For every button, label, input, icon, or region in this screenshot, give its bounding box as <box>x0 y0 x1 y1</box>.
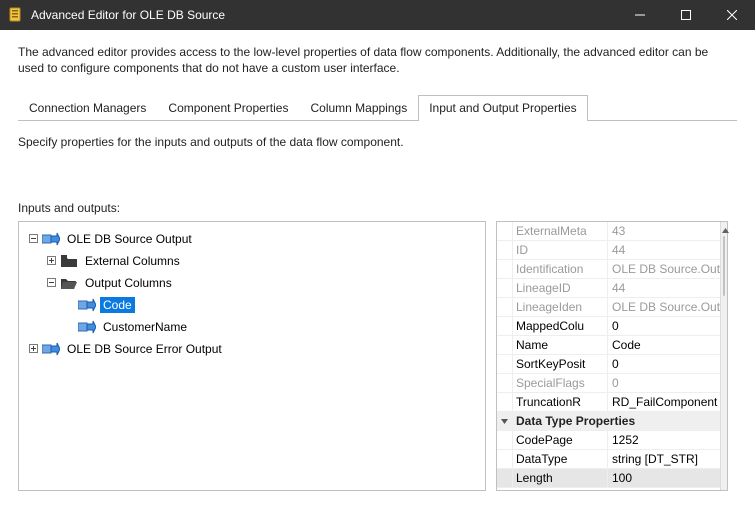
prop-row-truncation[interactable]: TruncationR RD_FailComponent <box>497 393 720 412</box>
prop-value[interactable]: RD_FailComponent <box>608 393 720 411</box>
app-icon <box>8 7 24 23</box>
tree-node-label: Code <box>100 297 135 313</box>
prop-row-identification[interactable]: Identification OLE DB Source.Out <box>497 260 720 279</box>
window-controls <box>617 0 755 30</box>
prop-key: LineageIden <box>513 298 608 316</box>
prop-value[interactable]: string [DT_STR] <box>608 450 720 468</box>
minimize-button[interactable] <box>617 0 663 30</box>
prop-row-lineageid[interactable]: LineageID 44 <box>497 279 720 298</box>
prop-value[interactable]: 44 <box>608 279 720 297</box>
scroll-thumb[interactable] <box>723 236 725 296</box>
title-bar: Advanced Editor for OLE DB Source <box>0 0 755 30</box>
property-grid[interactable]: ExternalMeta 43 ID 44 Identification OLE… <box>496 221 728 491</box>
prop-value[interactable]: 44 <box>608 241 720 259</box>
tree-label: Inputs and outputs: <box>18 201 737 215</box>
tab-component-properties[interactable]: Component Properties <box>157 95 299 121</box>
prop-value[interactable]: OLE DB Source.Out <box>608 298 720 316</box>
column-arrow-icon <box>78 319 96 335</box>
prop-key: TruncationR <box>513 393 608 411</box>
prop-key: MappedColu <box>513 317 608 335</box>
prop-value[interactable]: 1252 <box>608 431 720 449</box>
tree-node-error-output[interactable]: OLE DB Source Error Output <box>23 338 481 360</box>
tree-node-label: Output Columns <box>82 275 175 291</box>
close-button[interactable] <box>709 0 755 30</box>
prop-row-datatype[interactable]: DataType string [DT_STR] <box>497 450 720 469</box>
prop-value[interactable]: 100 <box>608 469 720 487</box>
tree-node-external-columns[interactable]: External Columns <box>23 250 481 272</box>
tab-strip: Connection Managers Component Properties… <box>18 94 737 121</box>
expand-icon[interactable] <box>27 342 41 356</box>
prop-key: ID <box>513 241 608 259</box>
prop-value[interactable]: Code <box>608 336 720 354</box>
tree-node-label: External Columns <box>82 253 183 269</box>
prop-row-externalmeta[interactable]: ExternalMeta 43 <box>497 222 720 241</box>
tree-node-label: OLE DB Source Output <box>64 231 195 247</box>
prop-key: SortKeyPosit <box>513 355 608 373</box>
maximize-button[interactable] <box>663 0 709 30</box>
editor-description: The advanced editor provides access to t… <box>0 30 755 94</box>
io-tree[interactable]: OLE DB Source Output Externa <box>18 221 486 491</box>
output-arrow-icon <box>42 341 60 357</box>
prop-row-sortkey[interactable]: SortKeyPosit 0 <box>497 355 720 374</box>
column-arrow-icon <box>78 297 96 313</box>
output-arrow-icon <box>42 231 60 247</box>
prop-key: DataType <box>513 450 608 468</box>
expand-icon[interactable] <box>45 254 59 268</box>
prop-key: Length <box>513 469 608 487</box>
tab-input-output-properties[interactable]: Input and Output Properties <box>418 95 587 121</box>
prop-category-label: Data Type Properties <box>513 412 720 430</box>
prop-key: Identification <box>513 260 608 278</box>
prop-key: SpecialFlags <box>513 374 608 392</box>
prop-row-specialflags[interactable]: SpecialFlags 0 <box>497 374 720 393</box>
prop-key: ExternalMeta <box>513 222 608 240</box>
collapse-caret-icon[interactable] <box>497 412 513 430</box>
prop-row-mappedcol[interactable]: MappedColu 0 <box>497 317 720 336</box>
tree-node-output-columns[interactable]: Output Columns <box>23 272 481 294</box>
prop-key: LineageID <box>513 279 608 297</box>
prop-value[interactable]: 0 <box>608 355 720 373</box>
tree-node-column-code[interactable]: Code <box>23 294 481 316</box>
collapse-icon[interactable] <box>27 232 41 246</box>
prop-value[interactable]: 0 <box>608 317 720 335</box>
prop-row-id[interactable]: ID 44 <box>497 241 720 260</box>
prop-row-codepage[interactable]: CodePage 1252 <box>497 431 720 450</box>
tab-column-mappings[interactable]: Column Mappings <box>299 95 418 121</box>
tree-node-label: OLE DB Source Error Output <box>64 341 225 357</box>
prop-row-length[interactable]: Length 100 <box>497 469 720 488</box>
prop-row-lineageiden[interactable]: LineageIden OLE DB Source.Out <box>497 298 720 317</box>
tab-body: Specify properties for the inputs and ou… <box>0 121 755 491</box>
tree-node-label: CustomerName <box>100 319 190 335</box>
window-title: Advanced Editor for OLE DB Source <box>31 8 617 22</box>
folder-open-icon <box>60 275 78 291</box>
prop-key: CodePage <box>513 431 608 449</box>
vertical-scrollbar[interactable] <box>720 222 727 490</box>
tree-node-source-output[interactable]: OLE DB Source Output <box>23 228 481 250</box>
prop-value[interactable]: 43 <box>608 222 720 240</box>
prop-value[interactable]: 0 <box>608 374 720 392</box>
prop-category-datatype[interactable]: Data Type Properties <box>497 412 720 431</box>
collapse-icon[interactable] <box>45 276 59 290</box>
prop-row-name[interactable]: Name Code <box>497 336 720 355</box>
prop-key: Name <box>513 336 608 354</box>
tree-node-column-customer[interactable]: CustomerName <box>23 316 481 338</box>
prop-value[interactable]: OLE DB Source.Out <box>608 260 720 278</box>
tab-instruction: Specify properties for the inputs and ou… <box>18 135 737 149</box>
tab-connection-managers[interactable]: Connection Managers <box>18 95 157 121</box>
folder-icon <box>60 253 78 269</box>
